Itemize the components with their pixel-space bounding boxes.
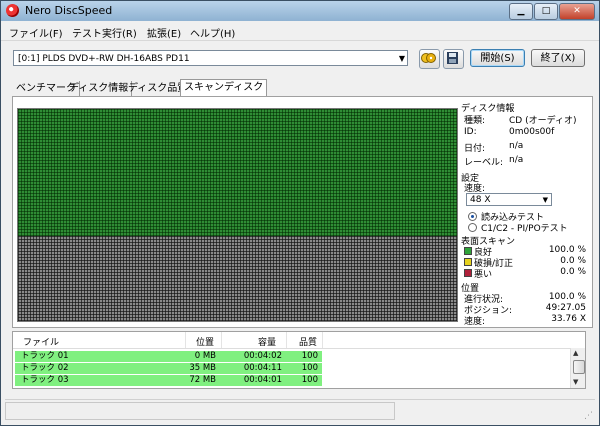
- disc-label-value: n/a: [509, 155, 524, 165]
- scan-map-good-blocks: [18, 109, 457, 236]
- info-sidebar: ディスク情報 種類: CD (オーディオ) ID: 0m00s00f 日付: n…: [461, 99, 589, 327]
- menu-file[interactable]: ファイル(F): [9, 25, 63, 40]
- status-bar: ⋰: [5, 399, 595, 422]
- track-table-header: ファイル 位置 容量 品質: [13, 332, 585, 349]
- start-button[interactable]: 開始(S): [470, 49, 525, 67]
- scroll-up-icon[interactable]: ▲: [573, 349, 578, 357]
- close-button[interactable]: ✕: [559, 3, 595, 20]
- disc-id-label: ID:: [464, 127, 477, 137]
- toolbar: [0:1] PLDS DVD+-RW DH-16ABS PD11 ▼ 開始(S)…: [1, 41, 599, 75]
- title-bar[interactable]: Nero DiscSpeed ▁ □ ✕: [1, 1, 599, 21]
- table-row[interactable]: トラック 01 0 MB 00:04:02 100: [15, 351, 322, 362]
- track-quality: 100: [301, 351, 318, 361]
- good-value: 100.0 %: [548, 245, 586, 255]
- status-message-cell: [5, 402, 395, 420]
- track-position: 0 MB: [194, 351, 216, 361]
- track-file: トラック 01: [21, 351, 69, 361]
- nero-disc-icon: [6, 4, 19, 17]
- track-quality: 100: [301, 375, 318, 385]
- drive-refresh-button[interactable]: [419, 49, 440, 69]
- table-row[interactable]: トラック 02 35 MB 00:04:11 100: [15, 363, 322, 374]
- minimize-icon: ▁: [517, 6, 525, 16]
- menu-help[interactable]: ヘルプ(H): [190, 25, 235, 40]
- floppy-disk-icon: [447, 52, 458, 64]
- progress-value: 100.0 %: [548, 292, 586, 302]
- scan-map-unscanned-blocks: [18, 236, 457, 321]
- column-divider: [221, 332, 222, 348]
- maximize-button[interactable]: □: [534, 3, 558, 20]
- track-size: 00:04:02: [243, 351, 282, 361]
- window-title: Nero DiscSpeed: [25, 4, 113, 17]
- save-button[interactable]: [443, 49, 464, 69]
- chevron-down-icon: ▼: [398, 54, 405, 63]
- tab-disc-info[interactable]: ディスク情報: [66, 81, 133, 96]
- disc-label-label: レーベル:: [464, 158, 504, 168]
- position-value: 49:27.05: [545, 303, 586, 313]
- bad-label: 悪い: [474, 270, 493, 280]
- read-test-radio[interactable]: [468, 212, 477, 221]
- disc-type-label: 種類:: [464, 116, 486, 126]
- track-table-scrollbar[interactable]: ▲ ▼: [570, 348, 585, 388]
- speed-select-value: 48 X: [470, 195, 491, 205]
- menu-extensions[interactable]: 拡張(E): [147, 25, 181, 40]
- column-divider: [185, 332, 186, 348]
- drive-select-value: [0:1] PLDS DVD+-RW DH-16ABS PD11: [18, 54, 190, 64]
- column-divider: [286, 332, 287, 348]
- maximize-icon: □: [541, 6, 551, 16]
- track-file: トラック 02: [21, 363, 69, 373]
- column-divider: [322, 332, 323, 348]
- close-icon: ✕: [573, 6, 581, 16]
- col-position-header[interactable]: 位置: [196, 335, 214, 348]
- scan-map: [17, 108, 458, 322]
- damaged-value: 0.0 %: [560, 256, 586, 266]
- current-speed-label: 速度:: [464, 317, 486, 327]
- bad-color-swatch: [464, 269, 472, 277]
- disc-id-value: 0m00s00f: [509, 127, 555, 137]
- col-quality-header[interactable]: 品質: [299, 335, 317, 348]
- track-size: 00:04:01: [243, 375, 282, 385]
- col-size-header[interactable]: 容量: [258, 335, 276, 348]
- scan-disc-panel: ディスク情報 種類: CD (オーディオ) ID: 0m00s00f 日付: n…: [12, 96, 593, 328]
- drive-select[interactable]: [0:1] PLDS DVD+-RW DH-16ABS PD11 ▼: [13, 50, 408, 66]
- exit-button[interactable]: 終了(X): [531, 49, 585, 67]
- track-position: 72 MB: [189, 375, 216, 385]
- speed-select[interactable]: 48 X ▼: [466, 193, 552, 206]
- track-quality: 100: [301, 363, 318, 373]
- track-position: 35 MB: [189, 363, 216, 373]
- menu-bar: ファイル(F) テスト実行(R) 拡張(E) ヘルプ(H): [1, 22, 599, 41]
- current-speed-value: 33.76 X: [551, 314, 586, 324]
- disc-swap-icon: [421, 53, 436, 63]
- app-window: Nero DiscSpeed ▁ □ ✕ ファイル(F) テスト実行(R) 拡張…: [0, 0, 600, 426]
- scrollbar-thumb[interactable]: [573, 360, 585, 374]
- scroll-down-icon[interactable]: ▼: [573, 378, 578, 386]
- table-row[interactable]: トラック 03 72 MB 00:04:01 100: [15, 375, 322, 386]
- chevron-down-icon: ▼: [542, 196, 548, 204]
- damaged-color-swatch: [464, 258, 472, 266]
- disc-date-value: n/a: [509, 141, 524, 151]
- col-file-header[interactable]: ファイル: [23, 335, 59, 348]
- disc-type-value: CD (オーディオ): [509, 116, 577, 126]
- c1c2-test-label: C1/C2 - PI/POテスト: [481, 224, 568, 234]
- tab-scan-disc[interactable]: スキャンディスク: [180, 79, 268, 97]
- track-file: トラック 03: [21, 375, 69, 385]
- c1c2-test-radio[interactable]: [468, 223, 477, 232]
- track-table: ファイル 位置 容量 品質 トラック 01 0 MB 00:04:02 100 …: [12, 331, 586, 389]
- menu-run-test[interactable]: テスト実行(R): [72, 25, 137, 40]
- track-size: 00:04:11: [243, 363, 282, 373]
- resize-grip-icon[interactable]: ⋰: [584, 411, 593, 421]
- disc-date-label: 日付:: [464, 144, 486, 154]
- bad-value: 0.0 %: [560, 267, 586, 277]
- minimize-button[interactable]: ▁: [509, 3, 533, 20]
- good-color-swatch: [464, 247, 472, 255]
